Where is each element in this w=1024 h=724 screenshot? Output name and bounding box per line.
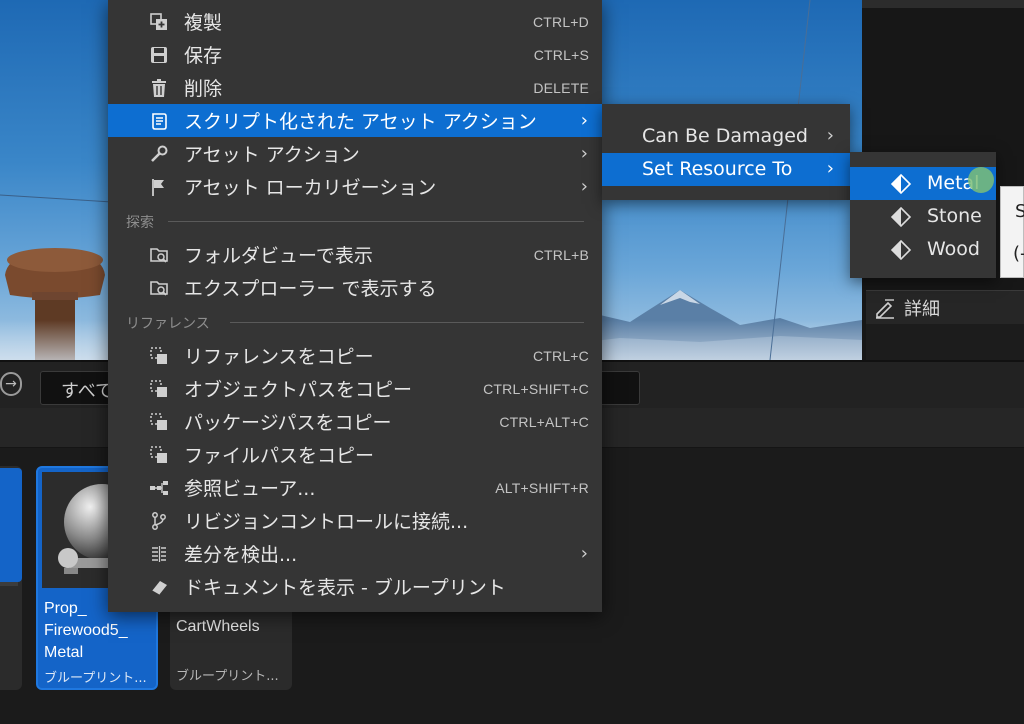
book-icon <box>148 576 170 598</box>
search-value: すべて <box>61 381 114 402</box>
tooltip: S (- <box>1000 186 1024 278</box>
submenu-item-set-resource-to[interactable]: Set Resource To › <box>602 153 850 186</box>
menu-item-copy-file-path[interactable]: ファイルパスをコピー <box>108 438 602 471</box>
menu-item-shortcut: CTRL+ALT+C <box>499 413 589 430</box>
details-title: 詳細 <box>904 298 940 320</box>
menu-item-delete[interactable]: 削除 DELETE <box>108 71 602 104</box>
menu-item-label: 複製 <box>184 12 223 34</box>
menu-item-asset-localization[interactable]: アセット ローカリゼーション › <box>108 170 602 203</box>
section-header-reference: リファレンス <box>126 316 210 332</box>
submenu-item-wood[interactable]: Wood <box>850 233 996 266</box>
section-divider <box>230 322 584 323</box>
diff-icon <box>148 543 170 565</box>
menu-item-label: アセット ローカリゼーション <box>184 177 437 199</box>
menu-item-label: アセット アクション <box>184 144 360 166</box>
forward-nav-button[interactable]: → <box>0 372 22 396</box>
scripted-actions-submenu: Can Be Damaged › Set Resource To › <box>602 104 850 200</box>
function-diamond-icon <box>890 239 912 261</box>
submenu-item-label: Can Be Damaged <box>642 125 808 147</box>
menu-item-shortcut: DELETE <box>533 79 589 96</box>
flag-icon <box>148 176 170 198</box>
section-divider <box>168 221 584 222</box>
function-diamond-icon <box>890 206 912 228</box>
menu-item-shortcut: CTRL+C <box>532 347 589 364</box>
section-header-explore: 探索 <box>126 215 154 231</box>
menu-item-save[interactable]: 保存 CTRL+S <box>108 38 602 71</box>
menu-item-reference-viewer[interactable]: 参照ビューア... ALT+SHIFT+R <box>108 471 602 504</box>
submenu-item-stone[interactable]: Stone <box>850 200 996 233</box>
chevron-right-icon: › <box>580 143 588 164</box>
menu-item-label: パッケージパスをコピー <box>184 412 392 434</box>
editor-window: { "context_menu": { "items": [ {"label":… <box>0 0 1024 724</box>
asset-name: CartWheels <box>176 618 260 635</box>
menu-item-duplicate[interactable]: 複製 CTRL+D <box>108 5 602 38</box>
menu-item-label: 削除 <box>184 78 223 100</box>
menu-item-shortcut: ALT+SHIFT+R <box>495 479 589 496</box>
menu-item-shortcut: CTRL+S <box>533 46 589 63</box>
details-panel-tab[interactable]: 詳細 <box>866 290 1024 324</box>
branch-icon <box>148 510 170 532</box>
pencil-icon <box>876 298 894 319</box>
menu-item-label: フォルダビューで表示 <box>184 245 373 267</box>
mouse-cursor <box>968 167 994 193</box>
tooltip-line: (- <box>1013 243 1024 264</box>
asset-type: ブループリント... <box>176 669 279 684</box>
menu-item-label: エクスプローラー で表示する <box>184 278 437 300</box>
menu-item-show-in-folder-view[interactable]: フォルダビューで表示 CTRL+B <box>108 238 602 271</box>
menu-item-copy-reference[interactable]: リファレンスをコピー CTRL+C <box>108 339 602 372</box>
chevron-right-icon: › <box>580 543 588 564</box>
copy-icon <box>148 345 170 367</box>
menu-item-shortcut: CTRL+B <box>533 246 589 263</box>
submenu-item-label: Stone <box>927 205 982 227</box>
menu-item-show-in-explorer[interactable]: エクスプローラー で表示する <box>108 271 602 304</box>
wrench-icon <box>148 143 170 165</box>
arrow-right-icon: → <box>5 376 17 392</box>
menu-item-shortcut: CTRL+D <box>532 13 589 30</box>
context-menu: 複製 CTRL+D 保存 CTRL+S 削除 DELETE スクリプト化された … <box>108 0 602 612</box>
submenu-item-can-be-damaged[interactable]: Can Be Damaged › <box>602 120 850 153</box>
menu-item-label: ファイルパスをコピー <box>184 445 375 467</box>
menu-item-label: 参照ビューア... <box>184 478 316 500</box>
copy-icon <box>148 378 170 400</box>
menu-item-asset-actions[interactable]: アセット アクション › <box>108 137 602 170</box>
menu-item-label: オブジェクトパスをコピー <box>184 379 413 401</box>
menu-item-connect-revision-control[interactable]: リビジョンコントロールに接続... <box>108 504 602 537</box>
tooltip-line: S <box>1015 201 1024 222</box>
chevron-right-icon: › <box>826 158 834 179</box>
submenu-item-label: Wood <box>927 238 980 260</box>
reference-viewer-icon <box>148 477 170 499</box>
duplicate-icon <box>148 11 170 33</box>
menu-item-shortcut: CTRL+SHIFT+C <box>483 380 589 397</box>
folder-search-icon <box>148 244 170 266</box>
submenu-item-label: Set Resource To <box>642 158 793 180</box>
menu-item-label: リファレンスをコピー <box>184 346 374 368</box>
menu-item-label: リビジョンコントロールに接続... <box>184 511 469 533</box>
menu-item-copy-package-path[interactable]: パッケージパスをコピー CTRL+ALT+C <box>108 405 602 438</box>
details-panel-body <box>866 324 1024 360</box>
delete-icon <box>148 77 170 99</box>
menu-item-label: スクリプト化された アセット アクション <box>184 111 537 133</box>
function-diamond-icon <box>890 173 912 195</box>
menu-item-label: ドキュメントを表示 - ブループリント <box>184 577 506 599</box>
save-icon <box>148 44 170 66</box>
asset-type: ブループリント... <box>44 671 147 686</box>
chevron-right-icon: › <box>826 125 834 146</box>
asset-tile-partial-selection <box>0 468 22 582</box>
menu-item-label: 差分を検出... <box>184 544 298 566</box>
menu-item-scripted-asset-actions[interactable]: スクリプト化された アセット アクション › <box>108 104 602 137</box>
menu-item-label: 保存 <box>184 45 223 67</box>
menu-item-copy-object-path[interactable]: オブジェクトパスをコピー CTRL+SHIFT+C <box>108 372 602 405</box>
chevron-right-icon: › <box>580 110 588 131</box>
scroll-icon <box>148 110 170 132</box>
chevron-right-icon: › <box>580 176 588 197</box>
copy-icon <box>148 411 170 433</box>
folder-search-icon <box>148 277 170 299</box>
menu-item-diff[interactable]: 差分を検出... › <box>108 537 602 570</box>
menu-item-view-documentation[interactable]: ドキュメントを表示 - ブループリント <box>108 570 602 603</box>
copy-icon <box>148 444 170 466</box>
